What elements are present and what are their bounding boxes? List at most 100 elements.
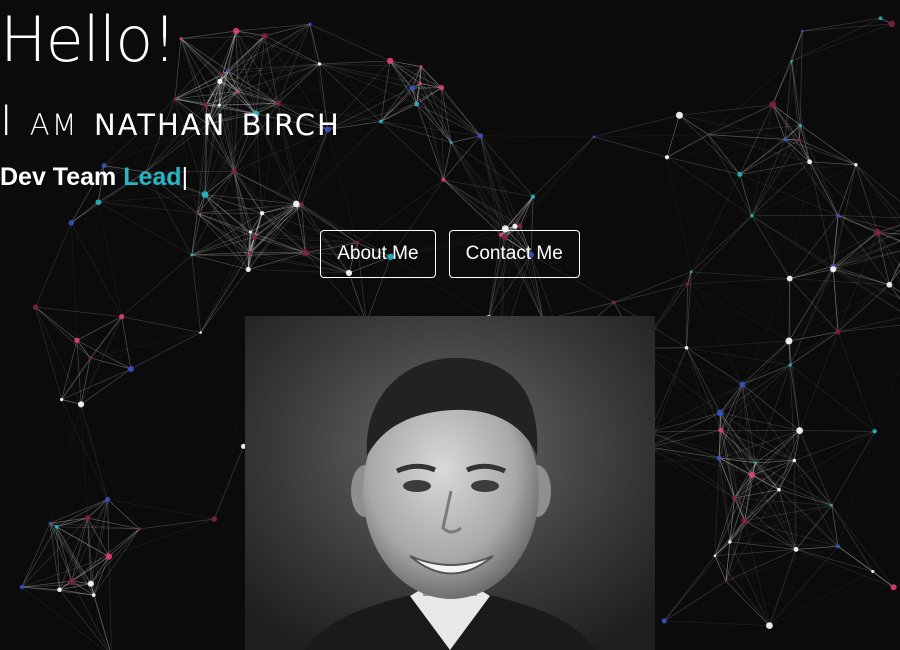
network-line bbox=[664, 541, 731, 622]
network-line bbox=[640, 347, 743, 385]
network-node bbox=[68, 219, 75, 226]
network-node bbox=[84, 515, 91, 521]
intro-heading: I am nathan birch bbox=[0, 93, 900, 149]
network-node bbox=[716, 409, 724, 417]
network-line bbox=[789, 278, 890, 286]
network-line bbox=[720, 340, 790, 431]
network-line bbox=[130, 332, 201, 370]
network-node bbox=[418, 81, 422, 85]
intro-prefix: I am bbox=[0, 96, 79, 145]
network-node bbox=[777, 487, 781, 492]
network-line bbox=[93, 499, 109, 596]
network-line bbox=[35, 306, 91, 359]
network-node bbox=[724, 580, 728, 583]
network-line bbox=[98, 201, 198, 214]
about-me-button[interactable]: About Me bbox=[320, 230, 436, 278]
network-line bbox=[77, 333, 201, 341]
network-node bbox=[409, 85, 415, 91]
network-line bbox=[50, 404, 81, 523]
network-node bbox=[57, 587, 62, 593]
network-line bbox=[49, 523, 73, 582]
network-line bbox=[61, 399, 108, 500]
network-node bbox=[87, 580, 94, 587]
network-line bbox=[742, 384, 795, 461]
network-node bbox=[748, 471, 755, 478]
network-node bbox=[259, 211, 265, 216]
network-line bbox=[76, 340, 91, 359]
network-line bbox=[686, 347, 720, 459]
network-line bbox=[71, 213, 197, 223]
network-node bbox=[741, 517, 748, 525]
network-line bbox=[751, 364, 791, 476]
network-node bbox=[137, 527, 142, 531]
network-node bbox=[890, 584, 897, 591]
network-node bbox=[830, 504, 833, 507]
network-line bbox=[62, 400, 88, 518]
network-line bbox=[50, 400, 62, 524]
portrait-photo bbox=[245, 316, 655, 650]
network-node bbox=[871, 569, 875, 574]
network-node bbox=[835, 213, 841, 218]
network-node bbox=[512, 223, 518, 229]
network-line bbox=[686, 340, 789, 349]
network-node bbox=[119, 314, 125, 320]
network-node bbox=[48, 521, 52, 525]
network-node bbox=[661, 618, 667, 624]
network-line bbox=[831, 431, 875, 506]
typing-cursor: | bbox=[181, 163, 189, 191]
network-node bbox=[68, 577, 75, 585]
network-node bbox=[19, 584, 24, 590]
network-node bbox=[105, 553, 113, 560]
network-line bbox=[201, 333, 244, 447]
network-node bbox=[739, 381, 746, 388]
network-node bbox=[196, 211, 199, 215]
network-line bbox=[686, 347, 722, 431]
role-highlight: Lead bbox=[123, 163, 182, 191]
network-line bbox=[76, 316, 122, 341]
network-line bbox=[93, 595, 111, 650]
network-line bbox=[794, 460, 839, 547]
network-line bbox=[649, 429, 721, 448]
network-line bbox=[35, 306, 78, 341]
network-node bbox=[32, 304, 39, 310]
network-node bbox=[835, 329, 841, 335]
network-line bbox=[837, 331, 876, 432]
network-node bbox=[731, 495, 737, 501]
network-node bbox=[872, 429, 877, 434]
contact-me-button[interactable]: Contact Me bbox=[448, 230, 580, 278]
network-line bbox=[21, 586, 105, 650]
network-node bbox=[74, 337, 80, 344]
network-line bbox=[80, 368, 132, 405]
network-node bbox=[299, 202, 305, 208]
role-prefix: Dev Team bbox=[0, 163, 117, 191]
network-line bbox=[200, 269, 249, 333]
network-line bbox=[649, 431, 720, 459]
network-line bbox=[108, 556, 112, 650]
network-line bbox=[80, 404, 88, 519]
network-node bbox=[95, 199, 102, 206]
network-line bbox=[719, 412, 795, 461]
network-node bbox=[127, 365, 134, 372]
hero-buttons: About Me Contact Me bbox=[0, 230, 900, 278]
network-line bbox=[49, 523, 92, 584]
network-line bbox=[790, 285, 889, 365]
network-node bbox=[611, 300, 616, 305]
network-line bbox=[874, 367, 900, 432]
network-node bbox=[530, 194, 536, 199]
network-node bbox=[438, 85, 445, 91]
network-node bbox=[792, 458, 797, 463]
network-line bbox=[22, 499, 108, 587]
network-line bbox=[756, 341, 789, 463]
network-line bbox=[650, 447, 715, 556]
network-line bbox=[108, 518, 215, 557]
network-line bbox=[725, 580, 770, 626]
network-line bbox=[832, 269, 839, 332]
network-line bbox=[21, 523, 51, 588]
network-line bbox=[789, 341, 875, 431]
network-node bbox=[517, 223, 523, 229]
network-node bbox=[788, 363, 792, 367]
network-line bbox=[121, 316, 132, 370]
network-node bbox=[716, 455, 722, 461]
network-line bbox=[789, 278, 839, 333]
intro-name: nathan birch bbox=[93, 96, 341, 145]
